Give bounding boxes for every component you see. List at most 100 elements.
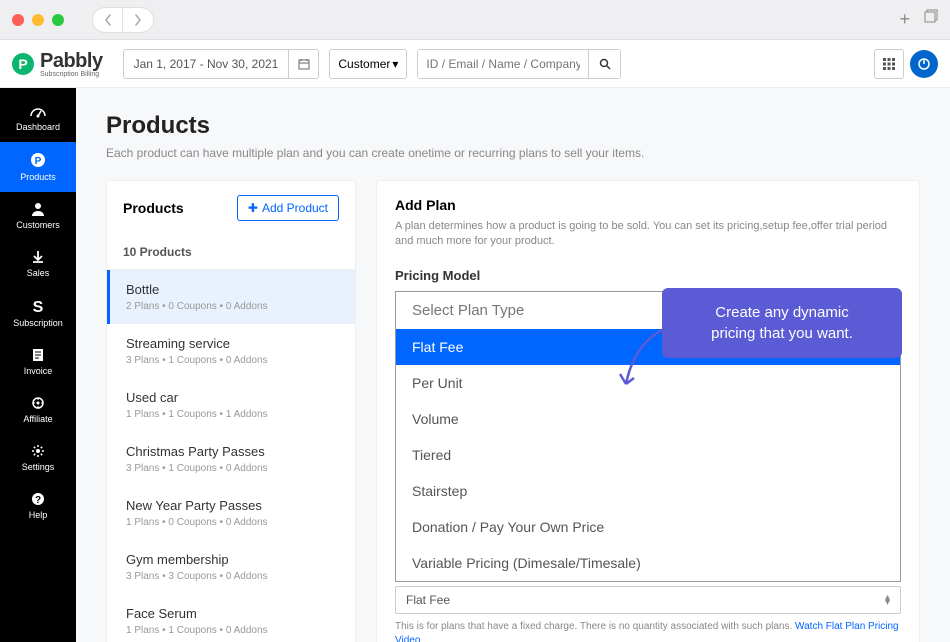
sidebar-item-customers[interactable]: Customers — [0, 192, 76, 240]
sidebar-item-subscription[interactable]: S Subscription — [0, 288, 76, 338]
products-panel-title: Products — [123, 200, 184, 216]
svg-text:?: ? — [35, 495, 41, 506]
dropdown-option[interactable]: Tiered — [396, 437, 900, 473]
callout: Create any dynamicpricing that you want. — [662, 288, 902, 358]
affiliate-icon — [31, 396, 45, 410]
product-item[interactable]: Bottle 2 Plans • 0 Coupons • 0 Addons — [107, 270, 355, 324]
subscription-icon: S — [31, 298, 45, 314]
help-icon: ? — [31, 492, 45, 506]
product-item[interactable]: Gym membership 3 Plans • 3 Coupons • 0 Ad… — [107, 540, 355, 594]
sidebar-item-affiliate[interactable]: Affiliate — [0, 386, 76, 434]
nav-arrows — [92, 7, 154, 33]
sales-icon — [31, 250, 45, 264]
sidebar-item-label: Dashboard — [16, 122, 60, 132]
browser-chrome: + — [0, 0, 950, 40]
sidebar-item-help[interactable]: ? Help — [0, 482, 76, 530]
window-icon[interactable] — [924, 9, 938, 30]
pricing-model-select[interactable]: Flat Fee ▴▾ — [395, 586, 901, 614]
caret-down-icon: ▾ — [392, 57, 398, 71]
forward-button[interactable] — [123, 8, 153, 32]
product-item[interactable]: Used car 1 Plans • 1 Coupons • 1 Addons — [107, 378, 355, 432]
svg-text:S: S — [33, 299, 44, 314]
sidebar-item-label: Customers — [16, 220, 60, 230]
power-icon[interactable] — [910, 50, 938, 78]
product-name: Gym membership — [126, 552, 339, 567]
calendar-icon[interactable] — [288, 50, 318, 78]
sidebar-item-label: Products — [20, 172, 56, 182]
product-meta: 3 Plans • 1 Coupons • 0 Addons — [126, 463, 339, 474]
date-range-picker[interactable]: Jan 1, 2017 - Nov 30, 2021 — [123, 49, 320, 79]
dropdown-option[interactable]: Variable Pricing (Dimesale/Timesale) — [396, 545, 900, 581]
sidebar-item-sales[interactable]: Sales — [0, 240, 76, 288]
sidebar-item-label: Settings — [22, 462, 55, 472]
add-plan-title: Add Plan — [395, 197, 901, 213]
product-item[interactable]: Christmas Party Passes 3 Plans • 1 Coupon… — [107, 432, 355, 486]
apps-icon[interactable] — [874, 49, 904, 79]
plus-icon: ✚ — [248, 201, 258, 215]
date-range-text: Jan 1, 2017 - Nov 30, 2021 — [124, 57, 289, 71]
product-name: New Year Party Passes — [126, 498, 339, 513]
dashboard-icon — [29, 104, 47, 118]
invoice-icon — [32, 348, 44, 362]
minimize-window[interactable] — [32, 14, 44, 26]
product-name: Christmas Party Passes — [126, 444, 339, 459]
product-meta: 3 Plans • 1 Coupons • 0 Addons — [126, 355, 339, 366]
product-name: Streaming service — [126, 336, 339, 351]
search-wrap — [417, 49, 621, 79]
page-title: Products — [106, 112, 920, 140]
new-tab-icon[interactable]: + — [899, 9, 910, 30]
product-item[interactable]: New Year Party Passes 1 Plans • 0 Coupons… — [107, 486, 355, 540]
sidebar-item-dashboard[interactable]: Dashboard — [0, 94, 76, 142]
product-name: Used car — [126, 390, 339, 405]
topbar: P Pabbly Subscription Billing Jan 1, 201… — [0, 40, 950, 88]
product-meta: 1 Plans • 1 Coupons • 1 Addons — [126, 409, 339, 420]
search-button[interactable] — [588, 50, 620, 78]
products-panel: Products ✚ Add Product 10 Products Bottl… — [106, 180, 356, 642]
product-meta: 1 Plans • 1 Coupons • 0 Addons — [126, 625, 339, 636]
dropdown-option[interactable]: Donation / Pay Your Own Price — [396, 509, 900, 545]
products-count: 10 Products — [107, 235, 355, 270]
sidebar-item-settings[interactable]: Settings — [0, 434, 76, 482]
sidebar-item-label: Help — [29, 510, 48, 520]
products-icon: P — [30, 152, 46, 168]
product-meta: 1 Plans • 0 Coupons • 0 Addons — [126, 517, 339, 528]
add-product-button[interactable]: ✚ Add Product — [237, 195, 339, 221]
logo-icon: P — [12, 53, 34, 75]
dropdown-option[interactable]: Stairstep — [396, 473, 900, 509]
brand-name: Pabbly — [40, 50, 103, 73]
maximize-window[interactable] — [52, 14, 64, 26]
product-meta: 3 Plans • 3 Coupons • 0 Addons — [126, 571, 339, 582]
content: Products Each product can have multiple … — [76, 88, 950, 642]
product-item[interactable]: Face Serum 1 Plans • 1 Coupons • 0 Addons — [107, 594, 355, 642]
sidebar-item-label: Affiliate — [23, 414, 52, 424]
close-window[interactable] — [12, 14, 24, 26]
traffic-lights — [12, 14, 64, 26]
callout-bubble: Create any dynamicpricing that you want. — [662, 288, 902, 358]
product-name: Bottle — [126, 282, 339, 297]
add-plan-desc: A plan determines how a product is going… — [395, 219, 901, 250]
page-subtitle: Each product can have multiple plan and … — [106, 146, 920, 160]
search-input[interactable] — [418, 50, 588, 78]
callout-arrow-icon — [614, 324, 674, 404]
product-item[interactable]: Streaming service 3 Plans • 1 Coupons • 0… — [107, 324, 355, 378]
sidebar-item-label: Sales — [27, 268, 50, 278]
sidebar-item-invoice[interactable]: Invoice — [0, 338, 76, 386]
sidebar: Dashboard P Products Customers Sales S Subscri… — [0, 88, 76, 642]
sidebar-item-label: Invoice — [24, 366, 53, 376]
select-caret-icon: ▴▾ — [885, 595, 890, 605]
svg-text:P: P — [35, 156, 42, 167]
customers-icon — [31, 202, 45, 216]
product-name: Face Serum — [126, 606, 339, 621]
customer-filter[interactable]: Customer ▾ — [329, 49, 407, 79]
sidebar-item-label: Subscription — [13, 318, 63, 328]
back-button[interactable] — [93, 8, 123, 32]
dropdown-option[interactable]: Volume — [396, 401, 900, 437]
logo[interactable]: P Pabbly Subscription Billing — [12, 50, 103, 78]
sidebar-item-products[interactable]: P Products — [0, 142, 76, 192]
settings-icon — [31, 444, 45, 458]
add-plan-panel: Add Plan A plan determines how a product… — [376, 180, 920, 642]
product-meta: 2 Plans • 0 Coupons • 0 Addons — [126, 301, 339, 312]
pricing-help-text: This is for plans that have a fixed char… — [395, 620, 901, 642]
brand-sub: Subscription Billing — [40, 71, 103, 78]
pricing-model-label: Pricing Model — [395, 268, 901, 283]
